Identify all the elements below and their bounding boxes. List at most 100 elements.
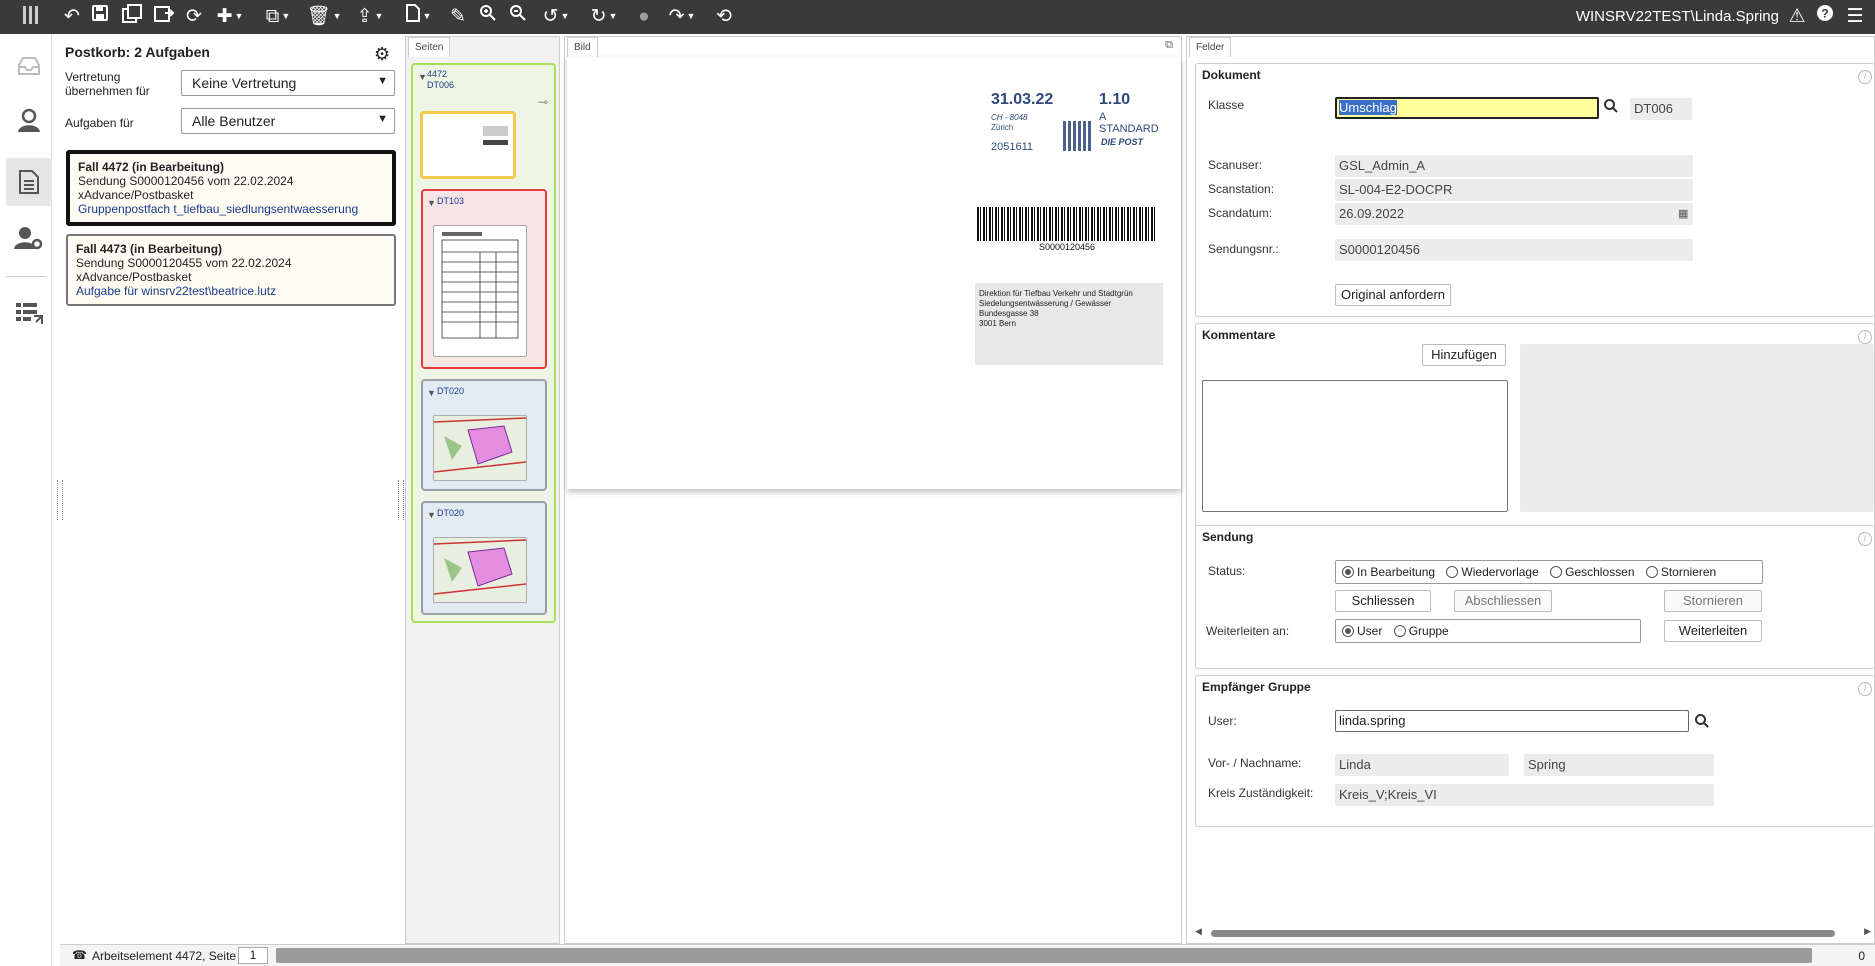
tab-bild[interactable]: Bild (567, 37, 598, 57)
user-nav[interactable] (6, 96, 52, 144)
doc-code: DT103 (437, 196, 465, 206)
tab-seiten[interactable]: Seiten (408, 37, 451, 57)
status-option-in-bearbeitung[interactable]: In Bearbeitung (1342, 565, 1435, 579)
section-sendung: Sendung i Status: In Bearbeitung Wiederv… (1195, 525, 1875, 669)
comment-textarea[interactable] (1202, 380, 1508, 512)
add-icon[interactable]: ✚ ▼ (210, 4, 250, 30)
doc-box-dt103[interactable]: ▼ DT103 (421, 189, 547, 369)
calendar-icon[interactable]: ▦ (1678, 207, 1688, 220)
info-icon[interactable]: i (1858, 532, 1872, 546)
document-group[interactable]: ▼ 4472 DT006 ⊸ ▼ DT103 ▼ DT020 ▼ DT020 (411, 63, 556, 623)
doc-thumb-map (433, 537, 527, 603)
doc-box-dt020-2[interactable]: ▼ DT020 (421, 501, 547, 615)
warning-icon[interactable]: ⚠ (1785, 4, 1809, 30)
expand-arrow-icon[interactable]: ▼ (427, 388, 436, 398)
refresh-icon[interactable]: ⟳ (182, 4, 206, 30)
horizontal-scrollbar[interactable]: ◀ ▶ (1195, 926, 1871, 939)
zoom-in-icon[interactable] (476, 4, 500, 30)
save-icon[interactable] (88, 4, 112, 30)
page-input[interactable]: 1 (238, 947, 268, 964)
case-card-4472[interactable]: Fall 4472 (in Bearbeitung) Sendung S0000… (66, 150, 396, 226)
forward-radio-group[interactable]: User Gruppe (1335, 619, 1641, 643)
save-all-icon[interactable] (118, 4, 146, 30)
search-icon[interactable] (1694, 713, 1710, 732)
forward-option-gruppe[interactable]: Gruppe (1393, 624, 1449, 638)
vertretung-select[interactable]: Keine Vertretung ▼ (181, 70, 395, 96)
stamp-city: Zürich (991, 123, 1014, 132)
case-shipment: Sendung S0000120455 vom 22.02.2024 (76, 256, 292, 270)
inbox-nav[interactable] (6, 42, 52, 90)
status-label: Status: (1208, 564, 1246, 578)
expand-arrow-icon[interactable]: ▼ (418, 72, 427, 82)
document-nav[interactable] (6, 158, 52, 206)
rotate-left-icon[interactable]: ↺ ▼ (536, 4, 576, 30)
pages-panel: Seiten ▼ 4472 DT006 ⊸ ▼ DT103 ▼ DT020 ▼ … (405, 36, 560, 944)
case-title: Fall 4472 (in Bearbeitung) (78, 160, 225, 174)
case-card-4473[interactable]: Fall 4473 (in Bearbeitung) Sendung S0000… (66, 234, 396, 306)
expand-arrow-icon[interactable]: ▼ (427, 198, 436, 208)
upload-icon[interactable]: ⇪ ▼ (350, 4, 390, 30)
scanstation-value: SL-004-E2-DOCPR (1335, 179, 1693, 201)
doc-code: DT020 (437, 508, 465, 518)
expand-arrow-icon[interactable]: ▼ (427, 510, 436, 520)
search-icon[interactable] (1603, 98, 1619, 118)
left-splitter[interactable] (57, 480, 63, 520)
scanuser-label: Scanuser: (1208, 158, 1263, 172)
forward-icon[interactable]: ↷ ▼ (662, 4, 702, 30)
group-id: 4472 (427, 69, 448, 79)
help-icon[interactable]: ? (1813, 4, 1837, 30)
undo-icon[interactable]: ↶ (60, 4, 84, 30)
save-as-icon[interactable] (150, 4, 178, 30)
doc-box-dt020-1[interactable]: ▼ DT020 (421, 379, 547, 491)
stornieren-button[interactable]: Stornieren (1664, 590, 1762, 612)
tab-felder[interactable]: Felder (1189, 37, 1232, 57)
original-anfordern-button[interactable]: Original anfordern (1335, 284, 1451, 306)
section-empfaenger-gruppe: Empfänger Gruppe i User: linda.spring Vo… (1195, 675, 1875, 827)
stamp-type: STANDARD (1099, 123, 1159, 135)
pin-icon[interactable]: ⊸ (538, 95, 548, 109)
settings-gear-icon[interactable]: ⚙ (374, 44, 390, 65)
maximize-icon[interactable]: ⧉ (1165, 39, 1173, 52)
status-option-stornieren[interactable]: Stornieren (1645, 565, 1716, 579)
case-title: Fall 4473 (in Bearbeitung) (76, 242, 223, 256)
rotate-right-icon[interactable]: ↻ ▼ (584, 4, 624, 30)
status-option-geschlossen[interactable]: Geschlossen (1550, 565, 1635, 579)
status-radio-group[interactable]: In Bearbeitung Wiedervorlage Geschlossen… (1335, 560, 1763, 584)
mid-splitter[interactable] (398, 480, 404, 520)
external-grid-nav[interactable] (6, 288, 52, 336)
case-link[interactable]: Aufgabe für winsrv22test\beatrice.lutz (76, 284, 386, 298)
user-input[interactable]: linda.spring (1335, 710, 1689, 732)
abschliessen-button[interactable]: Abschliessen (1454, 590, 1552, 612)
main-toolbar: ↶ ⟳ ✚ ▼ ⧉ ▼ 🗑 ▼ ⇪ ▼ ▼ ✎ ↺ ▼ ↻ ▼ ● ↷ ▼ ⟲ WINSRV2… (0, 0, 1875, 34)
page-thumb-selected[interactable] (420, 111, 516, 179)
info-icon[interactable]: i (1858, 682, 1872, 696)
user-settings-nav[interactable] (6, 214, 52, 262)
info-icon[interactable]: i (1858, 70, 1872, 84)
sidebar-toggle-icon[interactable] (18, 4, 44, 30)
zoom-out-icon[interactable] (506, 4, 530, 30)
status-option-wiedervorlage[interactable]: Wiedervorlage (1446, 565, 1539, 579)
document-image[interactable]: 31.03.22 CH - 8048 Zürich 2051611 1.10 A… (567, 57, 1181, 489)
scandatum-value[interactable]: 26.09.2022 (1335, 203, 1693, 225)
case-link[interactable]: Gruppenpostfach t_tiefbau_siedlungsentwa… (78, 202, 384, 216)
forward-option-user[interactable]: User (1342, 624, 1382, 638)
hinzufuegen-button[interactable]: Hinzufügen (1422, 344, 1506, 366)
history-icon[interactable]: ⟲ (712, 4, 736, 30)
aufgaben-select[interactable]: Alle Benutzer ▼ (181, 108, 395, 134)
klasse-input[interactable]: Umschlag (1335, 97, 1599, 119)
scanuser-value: GSL_Admin_A (1335, 155, 1693, 177)
case-source: xAdvance/Postbasket (78, 188, 194, 202)
stamp-price: 1.10 (1099, 91, 1131, 108)
stamp-class: A (1099, 111, 1107, 123)
ghost-icon[interactable]: ● (632, 4, 656, 30)
menu-icon[interactable]: ☰ (1843, 4, 1867, 30)
aufgaben-label: Aufgaben für (65, 116, 134, 130)
info-icon[interactable]: i (1858, 330, 1872, 344)
copy-icon[interactable]: ⧉ ▼ (258, 4, 298, 30)
edit-icon[interactable]: ✎ (446, 4, 470, 30)
weiterleiten-button[interactable]: Weiterleiten (1664, 620, 1762, 642)
pdf-icon[interactable]: ▼ (398, 4, 438, 30)
postkorb-panel: Postkorb: 2 Aufgaben ⚙ Vertretung überne… (60, 40, 400, 940)
delete-icon[interactable]: 🗑 ▼ (304, 4, 344, 30)
schliessen-button[interactable]: Schliessen (1335, 590, 1431, 612)
